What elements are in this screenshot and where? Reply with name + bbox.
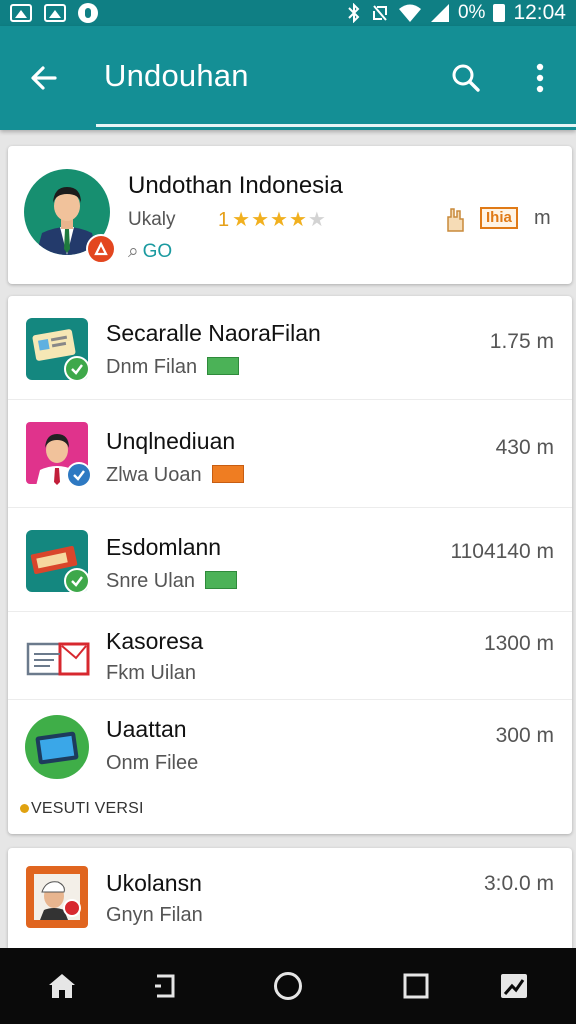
list-item[interactable]: Uaattan Onm Filee 300 m VESUTI VERSI	[8, 700, 572, 834]
more-vert-icon	[536, 63, 544, 93]
app-title: Secaralle NaoraFilan	[106, 320, 321, 346]
list-item[interactable]: Esdomlann Snre Ulan 1104140 m	[8, 508, 572, 612]
app-title: Unqlnediuan	[106, 428, 236, 454]
installed-check-icon	[64, 356, 90, 382]
envelope-icon	[24, 624, 90, 690]
app-size: 1.75 m	[489, 330, 554, 353]
featured-tag: Ihia	[480, 207, 518, 229]
circle-icon	[274, 972, 302, 1000]
app-size: 1104140 m	[450, 540, 554, 563]
clock: 12:04	[513, 1, 566, 24]
app-title: Uaattan	[106, 716, 187, 742]
featured-subtitle: Ukaly	[128, 209, 176, 231]
page-title: Undouhan	[104, 58, 249, 93]
battery-icon	[493, 4, 506, 22]
arrow-back-icon	[31, 66, 57, 90]
photo-icon	[24, 864, 90, 930]
square-icon	[403, 973, 429, 999]
app-bar: Undouhan	[0, 26, 576, 130]
featured-app-card[interactable]: Undothan Indonesia Ukaly 1 ★★★★★ ⌕ GO Ihia…	[8, 146, 572, 284]
navigation-bar	[0, 948, 576, 1024]
overflow-menu-button[interactable]	[520, 56, 560, 100]
home-button[interactable]	[42, 966, 82, 1006]
back-nav-button[interactable]	[145, 966, 185, 1006]
verified-check-icon	[66, 462, 92, 488]
app-notification-icon	[78, 3, 98, 23]
rating-text: 1	[218, 209, 231, 231]
installed-check-icon	[64, 568, 90, 594]
star-icon: ★	[232, 209, 252, 231]
app-subtitle: Dnm Filan	[106, 356, 240, 379]
list-item[interactable]: Secaralle NaoraFilan Dnm Filan 1.75 m	[8, 296, 572, 400]
app-size: 1300 m	[483, 632, 554, 655]
featured-badge-icon	[86, 234, 116, 264]
search-icon	[452, 64, 480, 92]
app-subtitle: Zlwa Uoan	[106, 464, 244, 487]
recents-button[interactable]	[396, 966, 436, 1006]
featured-title: Undothan Indonesia	[128, 172, 343, 199]
version-label: VESUTI VERSI	[20, 800, 144, 818]
home-icon	[49, 974, 75, 998]
go-link[interactable]: ⌕ GO	[128, 241, 172, 263]
featured-size: m	[534, 207, 551, 229]
app-developer: Dnm Filan	[106, 356, 198, 378]
app-size: 3:0.0 m	[483, 872, 554, 895]
app-developer: Snre Ulan	[106, 570, 195, 592]
app-subtitle: Fkm Uilan	[106, 662, 197, 684]
star-icon: ★	[288, 209, 308, 231]
status-bar: 0% 12:04	[0, 0, 576, 26]
hand-icon	[447, 208, 464, 232]
app-subtitle: Snre Ulan	[106, 570, 237, 593]
battery-percent: 0%	[457, 2, 486, 23]
gallery-notification-icon	[44, 4, 66, 22]
version-dot-icon	[20, 804, 29, 813]
signal-icon	[430, 4, 449, 22]
edit-image-icon	[501, 974, 527, 998]
home-circle-button[interactable]	[268, 966, 308, 1006]
list-item[interactable]: Unqlnediuan Zlwa Uoan 430 m	[8, 400, 572, 508]
list-item[interactable]: Kasoresa Fkm Uilan 1300 m	[8, 612, 572, 700]
version-text: VESUTI VERSI	[31, 800, 144, 817]
app-list-card: Secaralle NaoraFilan Dnm Filan 1.75 m Un…	[8, 296, 572, 834]
app-developer: Zlwa Uoan	[106, 464, 202, 486]
vibrate-icon	[372, 5, 387, 21]
app-subtitle: Gnyn Filan	[106, 904, 203, 926]
app-title: Ukolansn	[106, 870, 202, 896]
tab-indicator	[96, 124, 576, 127]
go-label: GO	[142, 241, 173, 262]
star-icon: ★	[270, 209, 289, 231]
back-button[interactable]	[22, 56, 66, 100]
app-title: Esdomlann	[106, 534, 222, 560]
star-icon: ★	[251, 209, 270, 231]
tablet-icon	[24, 714, 90, 780]
verified-badge-icon	[204, 570, 237, 589]
rating-stars: 1 ★★★★★	[218, 207, 327, 232]
app-size: 300 m	[495, 724, 554, 747]
verified-badge-icon	[207, 356, 240, 375]
search-button[interactable]	[444, 56, 488, 100]
bluetooth-icon	[348, 3, 360, 23]
search-small-icon: ⌕	[128, 241, 139, 262]
star-empty-icon: ★	[307, 209, 327, 231]
back-nav-icon	[155, 974, 175, 998]
image-notification-icon	[10, 4, 32, 22]
list-item[interactable]: Ukolansn Gnyn Filan 3:0.0 m	[8, 848, 572, 948]
app-title: Kasoresa	[106, 628, 204, 654]
wifi-icon	[398, 4, 421, 22]
screenshot-button[interactable]	[494, 966, 534, 1006]
update-badge-icon	[211, 464, 244, 483]
app-size: 430 m	[495, 436, 554, 459]
app-subtitle: Onm Filee	[106, 752, 199, 774]
featured-developer: Ukaly	[128, 209, 176, 230]
